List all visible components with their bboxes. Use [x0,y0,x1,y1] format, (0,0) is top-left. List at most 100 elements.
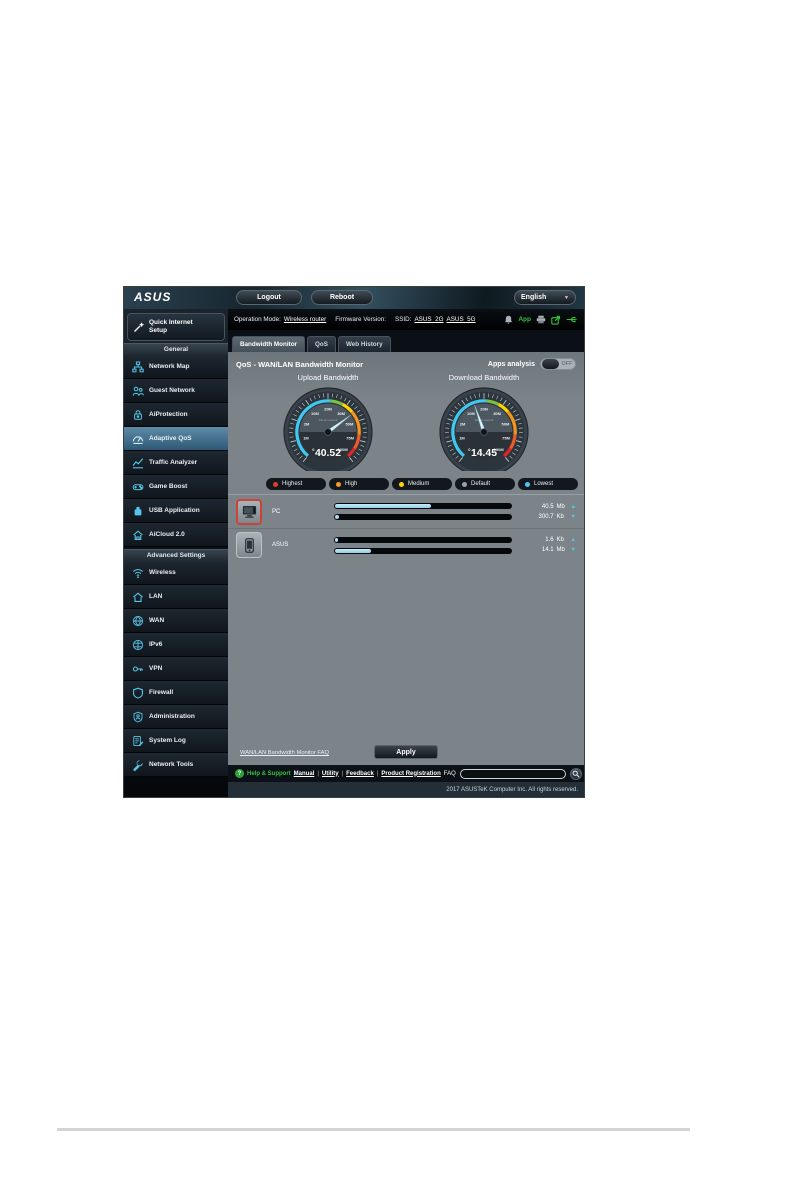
shield-icon [131,686,144,699]
apply-button[interactable]: Apply [374,745,438,759]
sidebar-item-wan[interactable]: WAN [124,609,228,633]
ssid-5g-link[interactable]: ASUS_5G [447,316,476,323]
product-registration-link[interactable]: Product Registration [381,771,440,777]
download-arrow-icon: ▼ [570,513,576,520]
download-bandwidth-gauge: 0 1M 2M 10M 20M 30M 50M 75M 100M bits per second 1… [424,384,544,477]
sidebar-item-aiprotection[interactable]: AiProtection [124,403,228,427]
search-icon [572,770,580,778]
document-pencil-icon [131,734,144,747]
svg-text:10M: 10M [467,411,475,416]
ssid-label: SSID: [395,316,412,323]
sidebar-item-wireless[interactable]: Wireless [124,561,228,585]
toggle-state-label: OFF [561,361,573,367]
sidebar-item-administration[interactable]: Administration [124,705,228,729]
sidebar-item-label: Network Map [149,363,190,370]
house-icon [131,590,144,603]
help-support-link[interactable]: Help & Support [247,771,291,777]
sidebar-item-label: Traffic Analyzer [149,459,198,466]
legend-item-lowest: Lowest [518,478,578,490]
sidebar-item-guest-network[interactable]: Guest Network [124,379,228,403]
sidebar-section-general: General [124,343,228,355]
utility-link[interactable]: Utility [322,771,339,777]
faq-search-input[interactable] [459,768,566,779]
manual-link[interactable]: Manual [294,771,315,777]
admin-shield-user-icon [131,710,144,723]
line-chart-icon [131,456,144,469]
printer-icon[interactable] [536,315,546,324]
sidebar-item-label: AiCloud 2.0 [149,531,185,538]
sidebar-item-traffic-analyzer[interactable]: Traffic Analyzer [124,451,228,475]
upload-bar [334,536,512,543]
globe-grid-icon [131,638,144,651]
svg-text:75M: 75M [502,435,510,440]
legend-dot [336,481,341,487]
sidebar-item-label: WAN [149,617,165,624]
notification-bell-icon[interactable] [504,315,513,325]
sidebar-item-lan[interactable]: LAN [124,585,228,609]
wifi-icon [131,566,144,579]
sidebar-item-usb-application[interactable]: USB Application [124,499,228,523]
upload-bar [334,503,512,509]
bandwidth-monitor-faq-link[interactable]: WAN/LAN Bandwidth Monitor FAQ [240,750,329,756]
legend-dot [525,481,530,487]
tab-bar: Bandwidth Monitor QoS Web History [228,330,584,352]
device-row-asus: ASUS 1.6 Kb ▲ 14.1 Mb ▼ [228,528,584,561]
copyright-bar: 2017 ASUSTeK Computer Inc. All rights re… [228,782,584,797]
ssid-2g-link[interactable]: ASUS_2G [414,316,443,323]
sidebar-item-aicloud[interactable]: AiCloud 2.0 [124,523,228,547]
help-icon[interactable]: ? [235,769,244,778]
reboot-button[interactable]: Reboot [311,290,373,305]
sidebar-item-label: System Log [149,737,186,744]
globe-icon [131,614,144,627]
search-button[interactable] [569,767,582,780]
app-badge[interactable]: App [518,316,531,323]
legend-item-high: High [329,478,389,490]
key-icon [131,662,144,675]
puzzle-icon [131,504,144,517]
device-name: PC [272,508,281,515]
svg-text:30M: 30M [493,411,501,416]
tab-web-history[interactable]: Web History [337,336,391,352]
upload-value: 1.6 Kb ▲ [545,537,576,543]
legend-item-medium: Medium [392,478,452,490]
svg-text:75M: 75M [346,435,354,440]
priority-legend: Highest High Medium Default Lowest [228,476,584,494]
sidebar-item-network-map[interactable]: Network Map [124,355,228,379]
sidebar-item-label: Game Boost [149,483,188,490]
sidebar-item-system-log[interactable]: System Log [124,729,228,753]
svg-text:1M: 1M [303,435,309,440]
svg-text:2M: 2M [304,422,310,427]
page-title: QoS - WAN/LAN Bandwidth Monitor [236,359,364,369]
wrench-icon [131,758,144,771]
logout-button[interactable]: Logout [236,290,302,305]
sidebar-item-label: IPv6 [149,641,163,648]
svg-text:20M: 20M [480,407,488,412]
language-selector[interactable]: English ▼ [514,290,576,305]
upload-bandwidth-gauge: 0 1M 2M 10M 20M 30M 50M 75M 100M bits per second 4… [268,384,388,477]
phone-device-icon[interactable] [236,532,262,558]
tab-bandwidth-monitor[interactable]: Bandwidth Monitor [232,336,306,352]
sidebar-item-label: VPN [149,665,163,672]
tab-qos[interactable]: QoS [307,336,336,352]
sidebar-item-network-tools[interactable]: Network Tools [124,753,228,777]
sidebar-item-ipv6[interactable]: IPv6 [124,633,228,657]
sidebar-item-adaptive-qos[interactable]: Adaptive QoS [124,427,228,451]
page-divider-line [57,1128,690,1131]
sidebar-item-label: Administration [149,713,195,720]
sidebar-item-game-boost[interactable]: Game Boost [124,475,228,499]
sidebar-item-vpn[interactable]: VPN [124,657,228,681]
sidebar-item-firewall[interactable]: Firewall [124,681,228,705]
faq-label: FAQ [443,770,456,777]
pc-device-icon[interactable] [236,498,262,525]
device-list: PC 40.5 Mb ▲ 300.7 Kb ▼ ASUS 1.6 Kb ▲ 14… [228,494,584,561]
operation-mode-link[interactable]: Wireless router [284,316,326,323]
guest-network-icon [131,384,144,397]
usb-icon[interactable] [566,315,578,324]
sidebar: Quick Internet Setup General Network Map … [124,309,228,797]
sidebar-item-quick-internet-setup[interactable]: Quick Internet Setup [127,313,225,341]
internet-status-icon[interactable] [551,315,561,325]
download-value: 14.1 Mb ▼ [541,547,576,553]
svg-text:20M: 20M [324,407,332,412]
feedback-link[interactable]: Feedback [346,771,374,777]
apps-analysis-toggle[interactable]: OFF [540,358,576,370]
